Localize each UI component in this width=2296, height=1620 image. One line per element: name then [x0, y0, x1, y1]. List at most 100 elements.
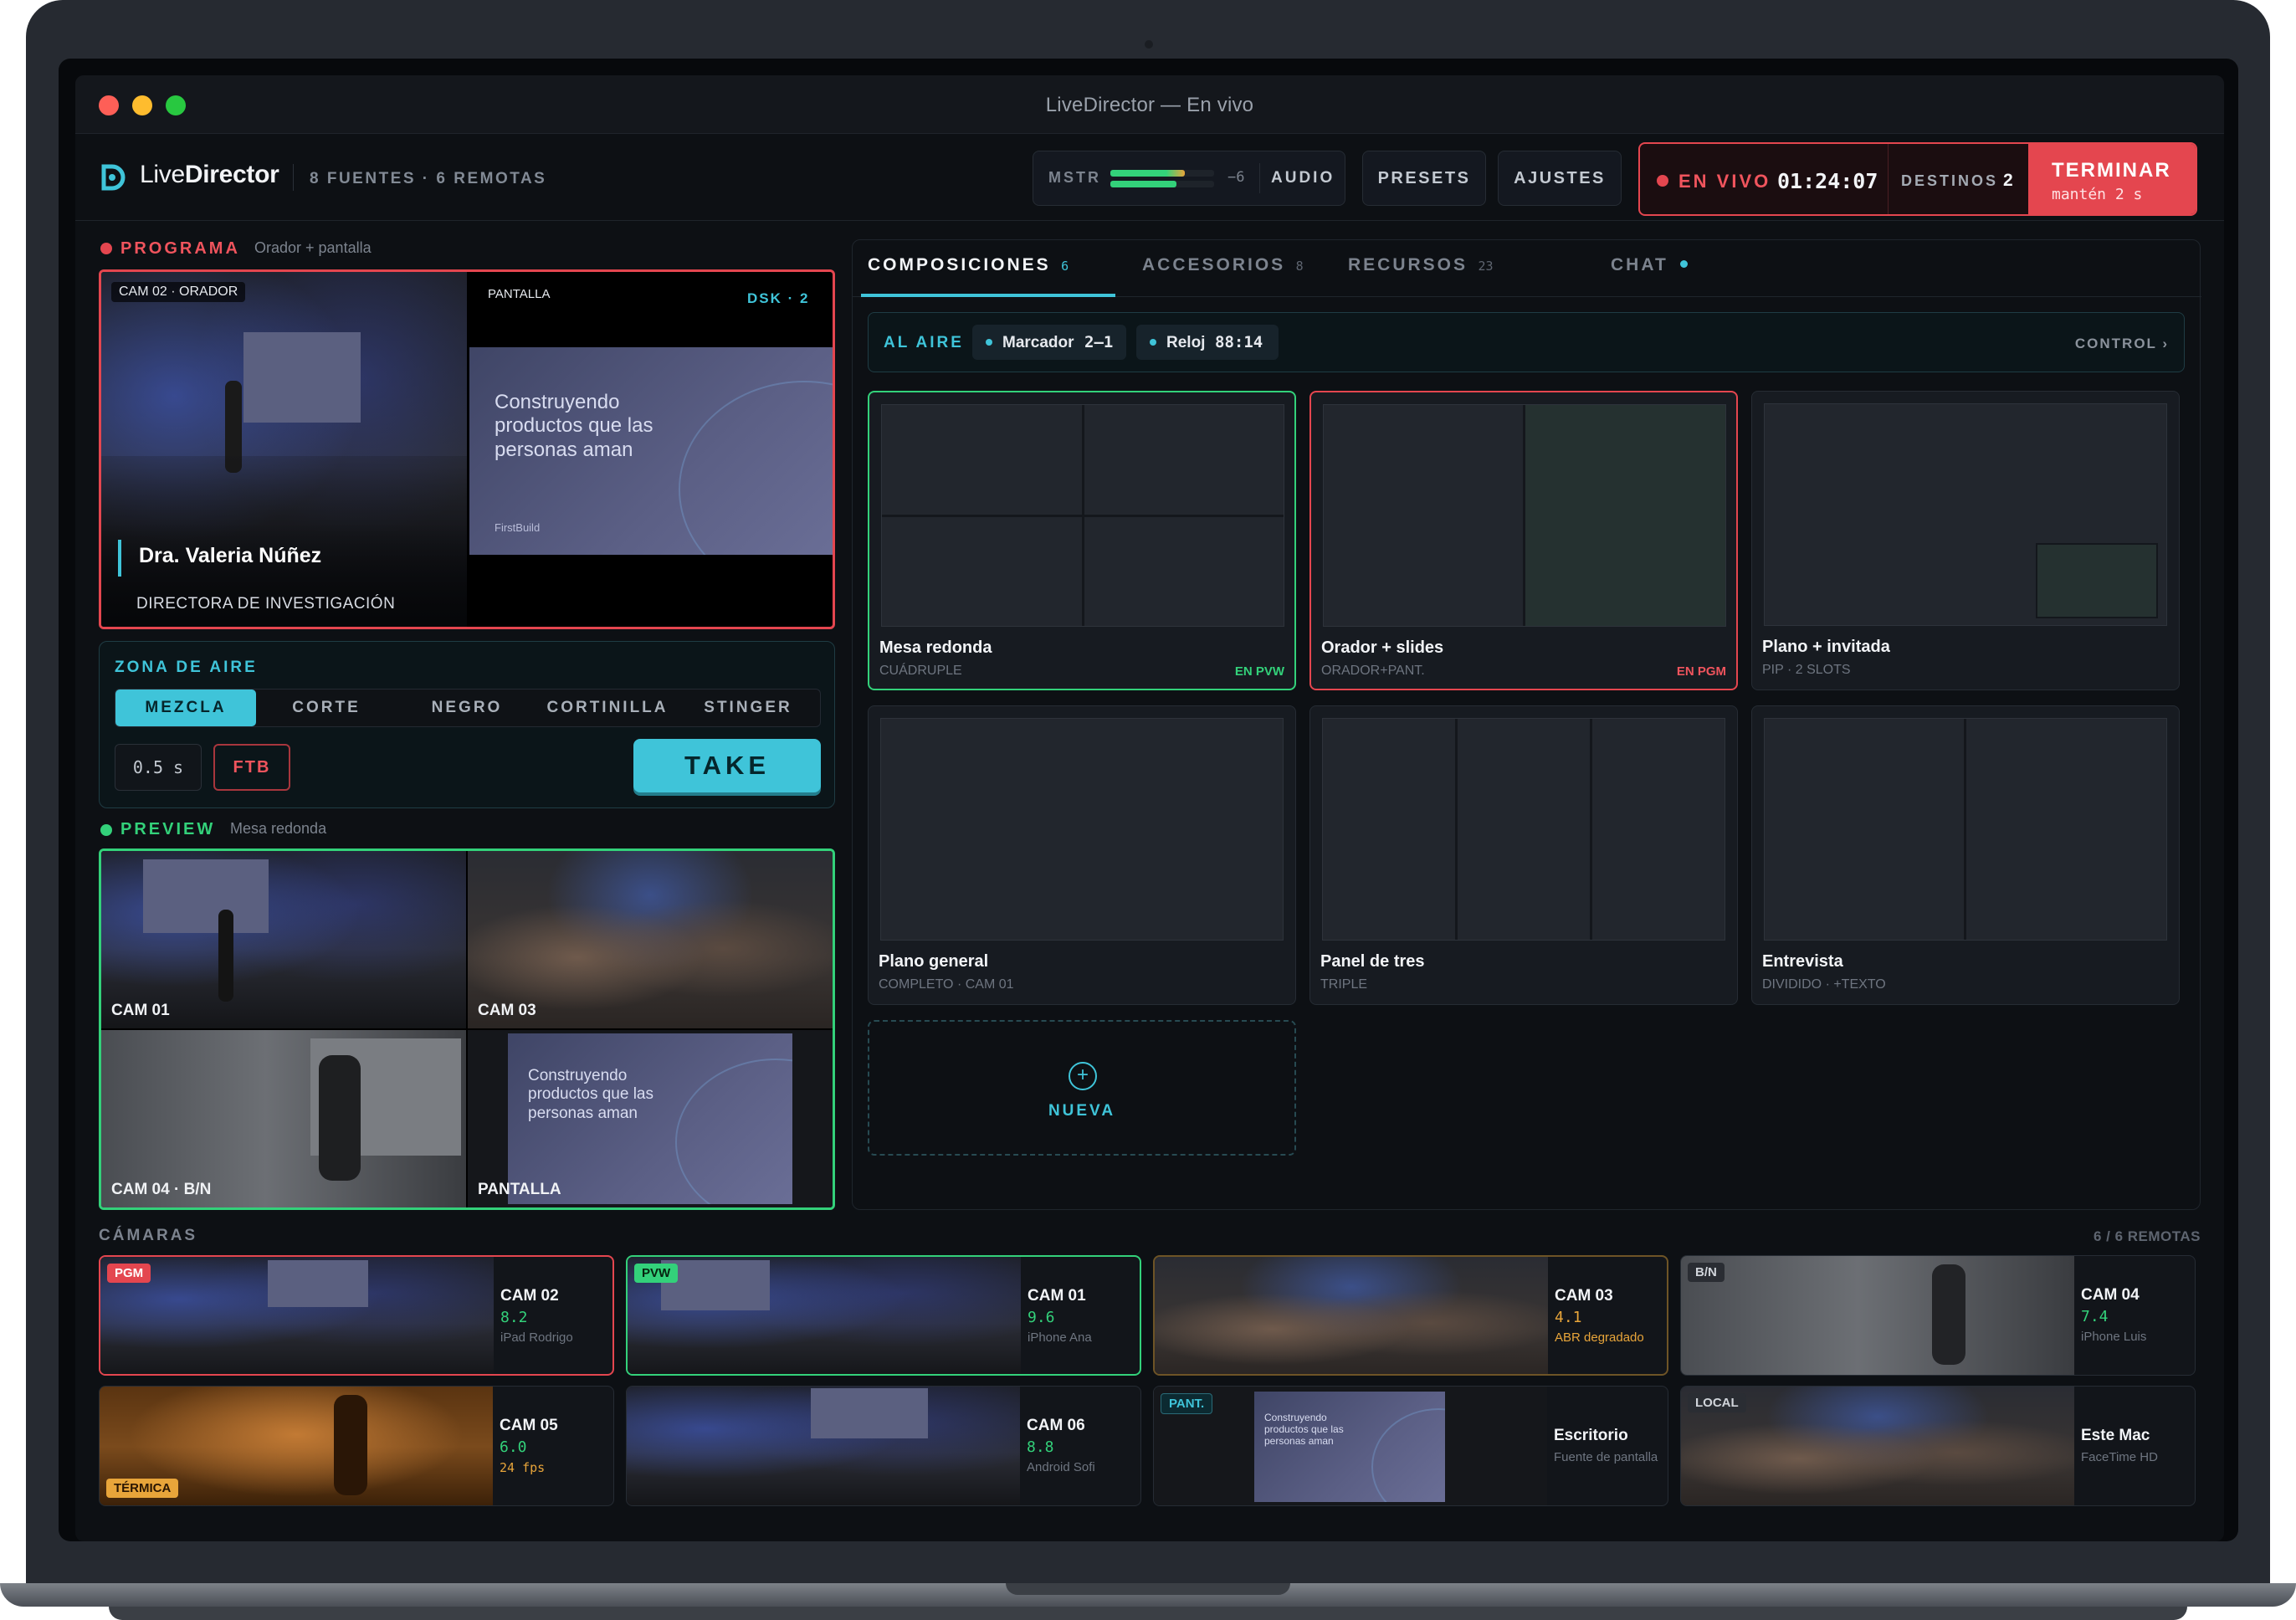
ftb-button[interactable]: FTB	[213, 744, 290, 791]
screen-tag: PANT.	[1161, 1393, 1213, 1414]
preview-monitor[interactable]: CAM 01 CAM 03 CAM 04 · B/N Construyendo …	[99, 848, 835, 1210]
transition-duration[interactable]: 0.5 s	[115, 744, 202, 791]
camera-signal: 8.8	[1027, 1438, 1054, 1456]
composition-name: Mesa redonda	[879, 638, 992, 657]
speaker-figure	[334, 1395, 367, 1495]
on-air-chip-clock[interactable]: Reloj 88:14	[1136, 325, 1279, 360]
camera-name: CAM 06	[1027, 1417, 1085, 1434]
preview-cell-cam03: CAM 03	[468, 851, 833, 1028]
speaker-figure	[319, 1055, 361, 1181]
speaker-figure	[218, 910, 233, 1002]
chip-name: Reloj	[1166, 334, 1206, 351]
tab-chat[interactable]: CHAT	[1611, 255, 1689, 275]
tab-compositions[interactable]: COMPOSICIONES 6	[868, 255, 1069, 297]
camera-tile-cam05[interactable]: TÉRMICA CAM 05 6.0 24 fps	[99, 1386, 614, 1506]
end-stream-button[interactable]: TERMINAR mantén 2 s	[2028, 144, 2196, 214]
in-program-badge: EN PGM	[1676, 664, 1726, 679]
master-label: MSTR	[1048, 169, 1101, 186]
program-monitor[interactable]: Construyendo productos que las personas …	[99, 269, 835, 629]
program-cam-tag: CAM 02 · ORADOR	[111, 282, 246, 302]
camera-warning: ABR degradado	[1555, 1330, 1644, 1345]
master-audio-control[interactable]: MSTR −6 AUDIO	[1033, 151, 1345, 206]
camera-tile-cam04[interactable]: B/N CAM 04 7.4 iPhone Luis	[1680, 1255, 2196, 1376]
composition-thumbnail	[881, 404, 1284, 627]
chip-name: Marcador	[1002, 334, 1074, 351]
end-hint: mantén 2 s	[2052, 186, 2143, 203]
lower-third: Dra. Valeria Núñez DIRECTORA DE INVESTIG…	[101, 523, 467, 627]
camera-feed	[1681, 1256, 2074, 1375]
composition-card-speaker-slides[interactable]: Orador + slides ORADOR+PANT. EN PGM	[1309, 391, 1738, 690]
live-timer: 01:24:07	[1777, 169, 1878, 193]
camera-feed	[628, 1257, 1021, 1374]
lower-third-role: DIRECTORA DE INVESTIGACIÓN	[136, 595, 396, 613]
preview-cell-label: CAM 04 · B/N	[111, 1181, 212, 1198]
program-slide: Construyendo productos que las personas …	[469, 347, 833, 555]
brand-name: LiveDirector	[140, 161, 279, 188]
pip-slot	[2036, 543, 2158, 618]
plus-icon: +	[1069, 1062, 1097, 1090]
composition-type: COMPLETO · CAM 01	[879, 977, 1014, 992]
tab-count: 6	[1061, 259, 1069, 274]
composition-thumbnail	[1764, 403, 2167, 626]
transition-stinger[interactable]: STINGER	[678, 690, 818, 726]
camera-device: FaceTime HD	[2081, 1450, 2158, 1464]
audio-button[interactable]: AUDIO	[1271, 169, 1335, 187]
transition-wipe[interactable]: CORTINILLA	[537, 690, 678, 726]
composition-card-round-table[interactable]: Mesa redonda CUÁDRUPLE EN PVW	[868, 391, 1296, 690]
tab-label: CHAT	[1611, 255, 1668, 274]
composition-name: Entrevista	[1762, 952, 1843, 971]
destinations-label: DESTINOS	[1901, 172, 1999, 189]
camera-tile-cam06[interactable]: CAM 06 8.8 Android Sofi	[626, 1386, 1141, 1506]
slide-text: Construyendo productos que las personas …	[495, 391, 653, 461]
composition-type: ORADOR+PANT.	[1321, 664, 1425, 678]
camera-device: iPhone Luis	[2081, 1330, 2147, 1344]
take-button[interactable]: TAKE	[633, 739, 821, 792]
transition-cut[interactable]: CORTE	[256, 690, 397, 726]
master-level: −6	[1227, 169, 1245, 186]
audio-meter-left	[1110, 170, 1214, 177]
preview-composition-name: Mesa redonda	[230, 820, 327, 837]
tab-accessories[interactable]: ACCESORIOS 8	[1142, 255, 1304, 275]
tab-label: ACCESORIOS	[1142, 255, 1286, 274]
chip-value: 88:14	[1215, 333, 1263, 351]
room-screen	[811, 1388, 928, 1438]
camera-feed: Construyendo productos que las personas …	[1154, 1387, 1547, 1505]
composition-card-interview[interactable]: Entrevista DIVIDIDO · +TEXTO	[1751, 705, 2180, 1005]
camera-signal: 8.2	[500, 1309, 528, 1326]
end-label: TERMINAR	[2052, 159, 2171, 182]
program-screen-tag: PANTALLA	[488, 287, 551, 301]
transition-mix[interactable]: MEZCLA	[115, 690, 256, 726]
new-composition-button[interactable]: + NUEVA	[868, 1020, 1296, 1156]
preview-cell-label: CAM 03	[478, 1002, 536, 1019]
transition-selector: MEZCLA CORTE NEGRO CORTINILLA STINGER	[115, 689, 821, 727]
camera-tile-cam01[interactable]: PVW CAM 01 9.6 iPhone Ana	[626, 1255, 1141, 1376]
pgm-tag: PGM	[107, 1264, 151, 1283]
window-title: LiveDirector — En vivo	[1045, 94, 1254, 116]
camera-tile-desktop[interactable]: Construyendo productos que las personas …	[1153, 1386, 1668, 1506]
presets-button[interactable]: PRESETS	[1362, 151, 1486, 206]
slide-logo: FirstBuild	[495, 521, 541, 534]
camera-tile-cam02[interactable]: PGM CAM 02 8.2 iPad Rodrigo	[99, 1255, 614, 1376]
chip-value: 2–1	[1084, 333, 1114, 351]
program-label: PROGRAMA	[120, 239, 240, 258]
camera-fps: 24 fps	[500, 1460, 546, 1475]
composition-thumbnail	[880, 718, 1284, 941]
camera-tile-cam03[interactable]: CAM 03 4.1 ABR degradado	[1153, 1255, 1668, 1376]
compositions-panel: COMPOSICIONES 6 ACCESORIOS 8 RECURSOS 23…	[852, 239, 2201, 1210]
preview-cell-label: CAM 01	[111, 1002, 170, 1019]
camera-tile-this-mac[interactable]: LOCAL Este Mac FaceTime HD	[1680, 1386, 2196, 1506]
composition-type: TRIPLE	[1320, 977, 1368, 992]
live-label: EN VIVO	[1678, 171, 1771, 192]
composition-card-three-panel[interactable]: Panel de tres TRIPLE	[1309, 705, 1738, 1005]
control-link[interactable]: CONTROL ›	[2075, 336, 2169, 352]
transition-black[interactable]: NEGRO	[397, 690, 537, 726]
on-air-chip-scoreboard[interactable]: Marcador 2–1	[972, 325, 1126, 360]
composition-card-shot-guest[interactable]: Plano + invitada PIP · 2 SLOTS	[1751, 391, 2180, 690]
composition-card-wide-shot[interactable]: Plano general COMPLETO · CAM 01	[868, 705, 1296, 1005]
cameras-label: CÁMARAS	[99, 1227, 198, 1244]
destinations-button[interactable]: DESTINOS 2	[1888, 144, 2028, 214]
tab-resources[interactable]: RECURSOS 23	[1348, 255, 1494, 275]
destinations-count: 2	[2003, 171, 2013, 190]
divider	[1455, 719, 1458, 940]
settings-button[interactable]: AJUSTES	[1498, 151, 1622, 206]
